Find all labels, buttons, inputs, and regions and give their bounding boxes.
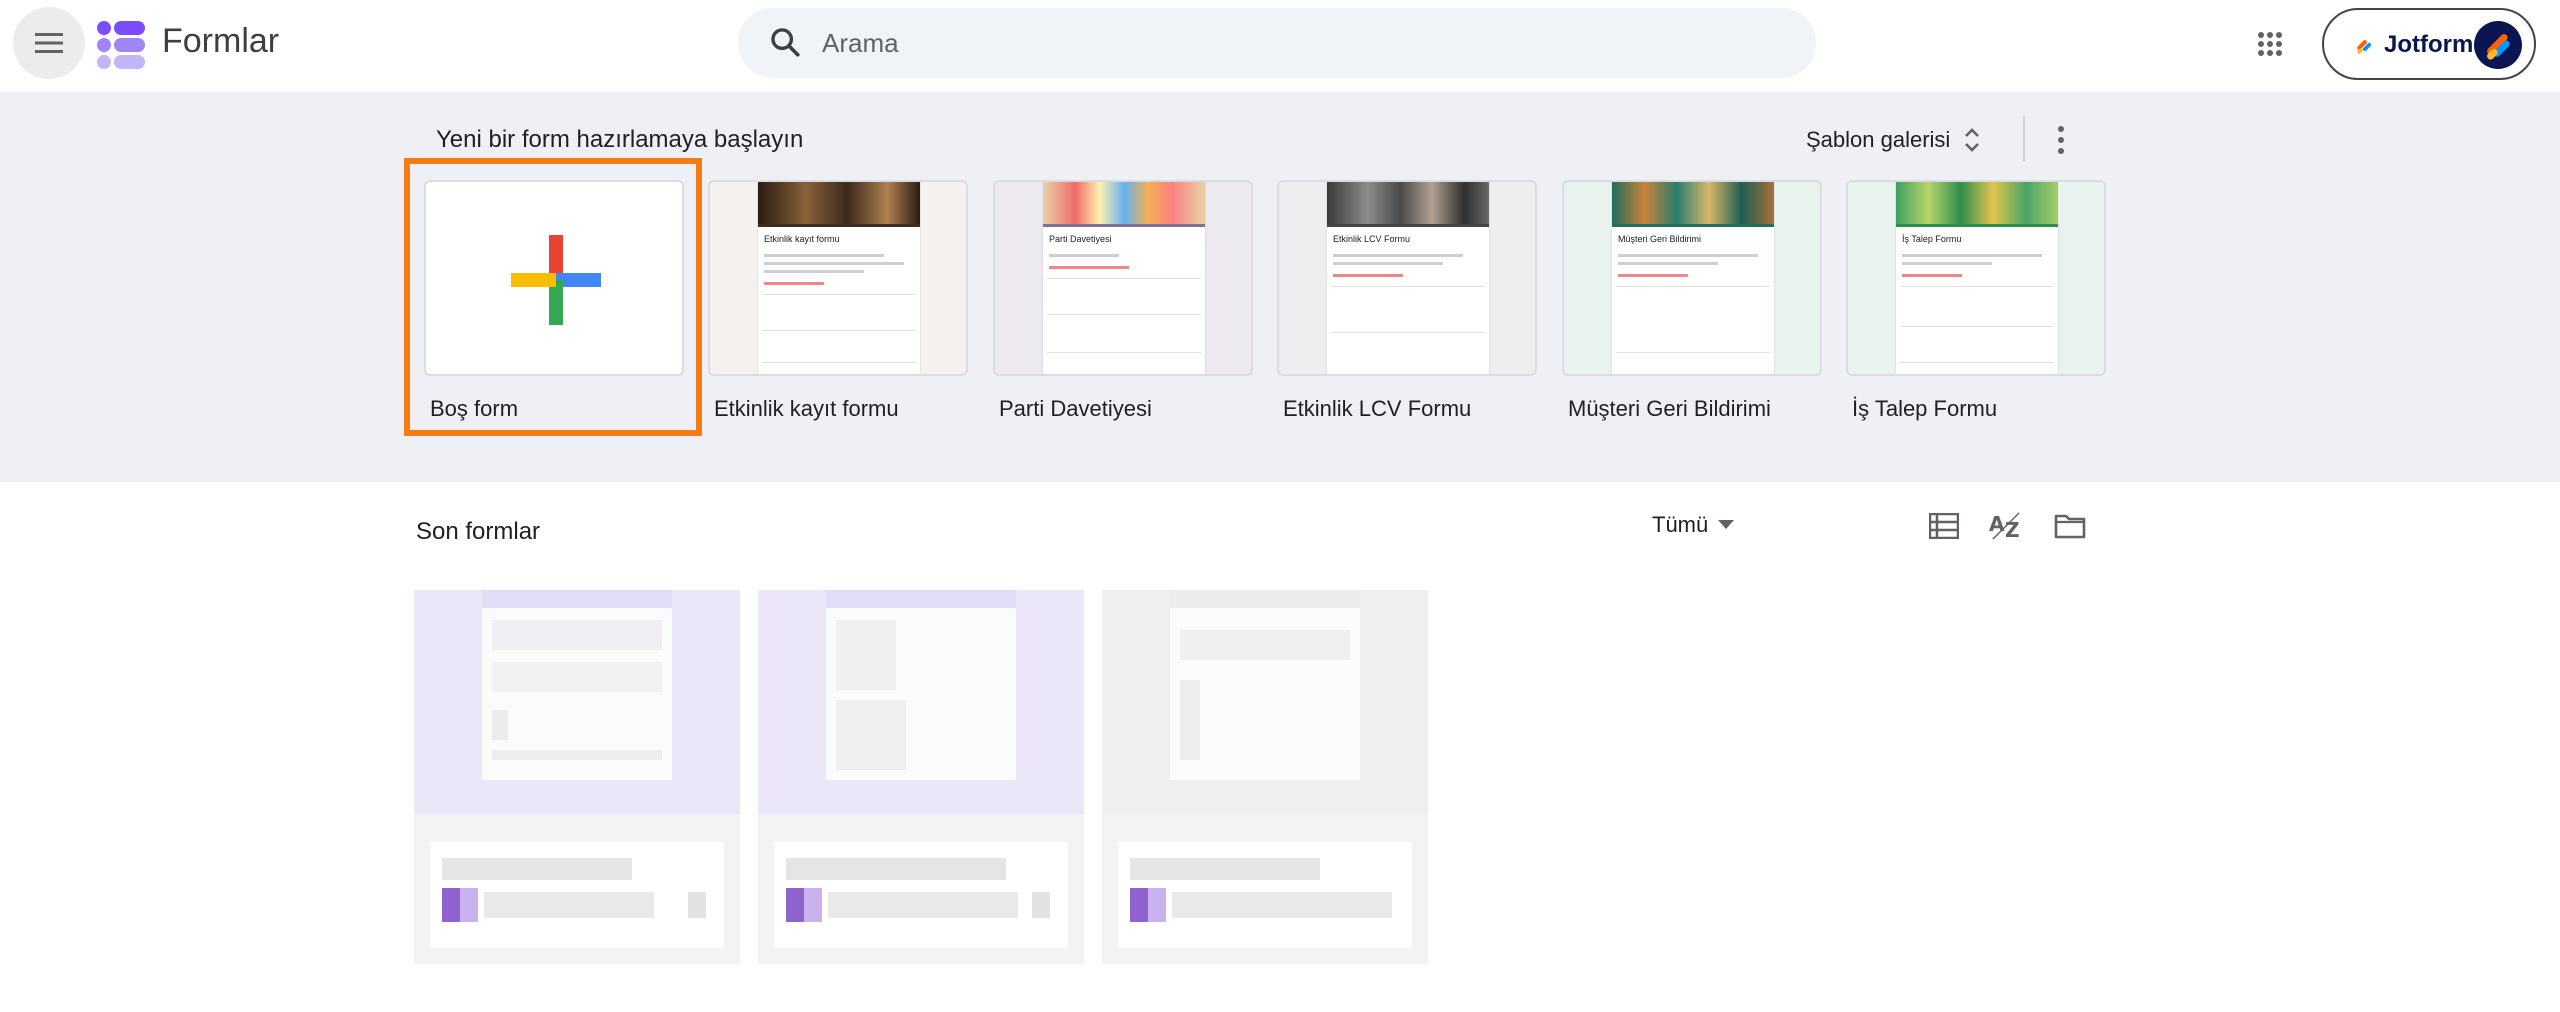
svg-text:A: A — [1989, 512, 2005, 536]
form-preview: Etkinlik kayıt formu — [758, 182, 920, 374]
template-label: Etkinlik kayıt formu — [714, 396, 899, 421]
owner-filter-dropdown[interactable]: Tümü — [1652, 512, 1735, 538]
sort-az-icon: A Z — [1989, 512, 2020, 541]
owner-filter-label: Tümü — [1652, 512, 1709, 537]
avatar-logo-icon — [2487, 34, 2510, 60]
more-vert-icon — [2058, 126, 2064, 154]
more-options-button[interactable] — [2046, 118, 2076, 162]
form-info — [774, 842, 1068, 948]
divider — [2023, 116, 2025, 162]
banner-image — [1327, 182, 1489, 224]
account-brand-label: Jotform — [2384, 31, 2474, 58]
preview-title: Etkinlik kayıt formu — [764, 234, 840, 244]
preview-title: Müşteri Geri Bildirimi — [1618, 234, 1702, 244]
svg-text:Z: Z — [2005, 518, 2020, 541]
sort-button[interactable]: A Z — [1986, 506, 2026, 546]
recent-form-card[interactable] — [758, 590, 1084, 964]
google-apps-button[interactable] — [2246, 20, 2294, 68]
template-thumbnail[interactable]: Etkinlik LCV Formu — [1277, 180, 1537, 376]
folder-icon — [2054, 514, 2086, 539]
search-icon[interactable] — [768, 25, 802, 59]
preview-title: İş Talep Formu — [1902, 234, 1962, 244]
template-gallery-label: Şablon galerisi — [1806, 127, 1951, 152]
app-title[interactable]: Formlar — [162, 22, 279, 61]
unfold-icon — [1965, 128, 1980, 152]
form-title-blurred — [786, 858, 1006, 880]
apps-grid-icon — [2258, 32, 2282, 56]
template-thumbnail[interactable]: Etkinlik kayıt formu — [708, 180, 968, 376]
selection-highlight — [404, 158, 702, 436]
section-title: Yeni bir form hazırlamaya başlayın — [436, 126, 804, 153]
main-menu-button[interactable] — [13, 7, 85, 79]
form-info — [1118, 842, 1412, 948]
dropdown-arrow-icon — [1718, 520, 1735, 529]
recent-forms-title: Son formlar — [416, 518, 541, 545]
form-preview: Etkinlik LCV Formu — [1327, 182, 1489, 374]
template-label: İş Talep Formu — [1852, 396, 1998, 421]
open-file-picker-button[interactable] — [2050, 506, 2090, 546]
banner-image — [1896, 182, 2058, 224]
template-gallery-section: Yeni bir form hazırlamaya başlayın Şablo… — [0, 92, 2560, 482]
jotform-logo-icon — [2357, 40, 2372, 54]
template-work-request[interactable]: İş Talep Formu İş Talep Formu — [1846, 180, 2106, 422]
template-label: Parti Davetiyesi — [999, 396, 1152, 421]
template-thumbnail[interactable]: Müşteri Geri Bildirimi — [1562, 180, 1822, 376]
template-label: Etkinlik LCV Formu — [1283, 396, 1472, 421]
banner-image — [1043, 182, 1205, 224]
template-event-rsvp[interactable]: Etkinlik LCV Formu Etkinlik LCV Formu — [1277, 180, 1537, 422]
form-thumbnail — [758, 590, 1084, 814]
forms-logo-icon[interactable] — [96, 20, 146, 70]
form-preview: İş Talep Formu — [1896, 182, 2058, 374]
forms-file-icon — [786, 888, 804, 922]
banner-image — [758, 182, 920, 224]
template-thumbnail[interactable]: İş Talep Formu — [1846, 180, 2106, 376]
forms-file-icon — [442, 888, 460, 922]
top-app-bar: Formlar Arama Jotform — [0, 0, 2560, 92]
form-title-blurred — [1130, 858, 1320, 880]
form-info — [430, 842, 724, 948]
forms-file-icon — [1130, 888, 1148, 922]
form-title-blurred — [442, 858, 632, 880]
form-thumbnail — [414, 590, 740, 814]
search-input[interactable]: Arama — [822, 28, 899, 59]
banner-image — [1612, 182, 1774, 224]
search-bar[interactable]: Arama — [738, 8, 1816, 78]
recent-form-card[interactable] — [1102, 590, 1428, 964]
template-gallery-button[interactable]: Şablon galerisi — [1806, 118, 1982, 162]
hamburger-icon — [35, 33, 63, 53]
preview-title: Parti Davetiyesi — [1049, 234, 1112, 244]
recent-form-card[interactable] — [414, 590, 740, 964]
template-customer-feedback[interactable]: Müşteri Geri Bildirimi Müşteri Geri Bild… — [1562, 180, 1822, 422]
form-preview: Parti Davetiyesi — [1043, 182, 1205, 374]
template-label: Müşteri Geri Bildirimi — [1568, 396, 1771, 421]
form-thumbnail — [1102, 590, 1428, 814]
template-party-invite[interactable]: Parti Davetiyesi Parti Davetiyesi — [993, 180, 1253, 422]
template-event-registration[interactable]: Etkinlik kayıt formu Etkinlik kayıt form… — [708, 180, 968, 422]
form-preview: Müşteri Geri Bildirimi — [1612, 182, 1774, 374]
list-view-button[interactable] — [1924, 506, 1964, 546]
avatar[interactable] — [2474, 21, 2522, 69]
list-view-icon — [1929, 513, 1959, 539]
account-switcher[interactable]: Jotform — [2322, 8, 2536, 80]
template-thumbnail[interactable]: Parti Davetiyesi — [993, 180, 1253, 376]
preview-title: Etkinlik LCV Formu — [1333, 234, 1411, 244]
